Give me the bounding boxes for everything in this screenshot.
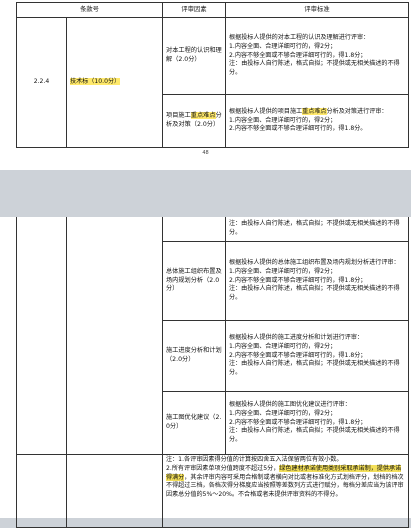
document-page-1: 条款号 评审因素 评审标准 2.2.4 技术标（10.0分） 对本工程的认识和理… <box>0 0 411 170</box>
standard-schedule: 根据投标人提供的施工进度分析和计划进行评审： 1.内容全面、合理详细可行的，得2… <box>225 320 409 392</box>
note-line-2: 2.所有评审因素单项分值跨度不超过5分，绿色建材承诺使用类别采取承诺制，提供承诺… <box>166 464 405 500</box>
table-row: 注：1.各评审因素得分值的计算按四舍五入法保留两位有效小数。 2.所有评审因素单… <box>16 454 409 528</box>
factor-site-layout: 总体施工组织布置及场内规划分析（2.0分） <box>162 241 226 321</box>
table-header-row: 条款号 评审因素 评审标准 <box>15 2 410 18</box>
standard-line: 根据投标人提供的施工进度分析和计划进行评审： <box>229 333 364 341</box>
empty-cell <box>66 217 163 455</box>
factor-highlight: 重点难点 <box>190 112 216 120</box>
standard-highlight: 重点难点 <box>302 107 327 115</box>
standard-line: 1.内容全面、合理详细可行的，得2分； <box>229 267 337 275</box>
empty-cell <box>66 454 163 528</box>
page-number: 48 <box>202 150 209 156</box>
table-row: 注：由投标人自行陈述，格式自拟；不提供或无相关描述的不得分。 <box>16 217 409 455</box>
standard-line: 2.内容不够全面或不够合理详细可行的，得1.8分。 <box>229 125 367 133</box>
standard-text: 分析及对策进行评审： <box>326 107 388 115</box>
standard-site-layout: 根据投标人提供的总体施工组织布置及场内规划分析进行评审： 1.内容全面、合理详细… <box>225 241 409 321</box>
factor-schedule: 施工进度分析和计划（2.0分） <box>162 320 226 392</box>
standard-key-difficulties: 根据投标人提供的项目施工重点难点分析及对策进行评审： 1.内容全面、合理详细可行… <box>225 94 410 148</box>
factor-key-difficulties: 项目施工重点难点分析及对策（2.0分） <box>162 94 227 148</box>
note-text: 2.所有评审因素单项分值跨度不超过5分， <box>166 464 280 472</box>
tech-label-cell: 技术标（10.0分） <box>65 17 164 148</box>
header-clause-no: 条款号 <box>15 2 164 18</box>
standard-line: 1.内容全面、合理详细可行的，得2分； <box>229 342 337 350</box>
factor-drawing-optimization: 施工图优化建议（2.0分） <box>162 391 226 455</box>
empty-cell <box>16 217 67 455</box>
standard-line: 注：由投标人自行陈述，格式自拟；不提供或无相关描述的不得分。 <box>229 60 400 77</box>
note-line-1: 注：1.各评审因素得分值的计算按四舍五入法保留两位有效小数。 <box>166 456 343 463</box>
standard-line: 1.内容全面、合理详细可行的，得2分； <box>229 409 337 417</box>
factor-understanding: 对本工程的认识和理解（2.0分） <box>162 17 227 95</box>
standard-line: 根据投标人提供的总体施工组织布置及场内规划分析进行评审： <box>229 258 400 266</box>
table-row: 2.2.4 技术标（10.0分） 对本工程的认识和理解（2.0分） 根据投标人提… <box>16 17 410 148</box>
note-text: ，其余评审内容可采用合格制或者横向对比或者标准化方式划档评分，划档的档次不得超过… <box>166 473 404 499</box>
standard-line: 1.内容全面、合理详细可行的，得2分； <box>229 42 337 50</box>
continued-note: 注：由投标人自行陈述，格式自拟；不提供或无相关描述的不得分。 <box>225 217 409 242</box>
standard-line: 注：由投标人自行陈述，格式自拟；不提供或无相关描述的不得分。 <box>229 360 400 377</box>
document-page-2: 注：由投标人自行陈述，格式自拟；不提供或无相关描述的不得分。 总体施工组织布置及… <box>0 217 411 528</box>
empty-cell <box>162 217 226 242</box>
empty-cell <box>16 454 67 528</box>
factor-text: 项目施工 <box>166 112 191 120</box>
scoring-note: 注：1.各评审因素得分值的计算按四舍五入法保留两位有效小数。 2.所有评审因素单… <box>162 454 409 528</box>
clause-number: 2.2.4 <box>16 17 67 148</box>
standard-line: 注：由投标人自行陈述，格式自拟；不提供或无相关描述的不得分。 <box>229 285 400 302</box>
scoring-table-page-1: 条款号 评审因素 评审标准 2.2.4 技术标（10.0分） 对本工程的认识和理… <box>15 2 410 148</box>
scoring-table-page-2: 注：由投标人自行陈述，格式自拟；不提供或无相关描述的不得分。 总体施工组织布置及… <box>16 217 409 528</box>
tech-label: 技术标（10.0分） <box>70 78 121 86</box>
standard-line: 根据投标人提供的施工图优化建议进行评审： <box>229 400 351 408</box>
standard-drawing-optimization: 根据投标人提供的施工图优化建议进行评审： 1.内容全面、合理详细可行的，得2分；… <box>225 391 409 455</box>
standard-line: 根据投标人提供的对本工程的认识及理解进行评审： <box>229 33 370 41</box>
header-factor: 评审因素 <box>162 2 227 18</box>
standard-line: 注：由投标人自行陈述，格式自拟；不提供或无相关描述的不得分。 <box>229 427 400 444</box>
standard-understanding: 根据投标人提供的对本工程的认识及理解进行评审： 1.内容全面、合理详细可行的，得… <box>225 17 410 95</box>
standard-line: 根据投标人提供的项目施工重点难点分析及对策进行评审： <box>229 107 405 117</box>
header-standard: 评审标准 <box>225 2 410 18</box>
standard-text: 根据投标人提供的项目施工 <box>229 107 303 115</box>
